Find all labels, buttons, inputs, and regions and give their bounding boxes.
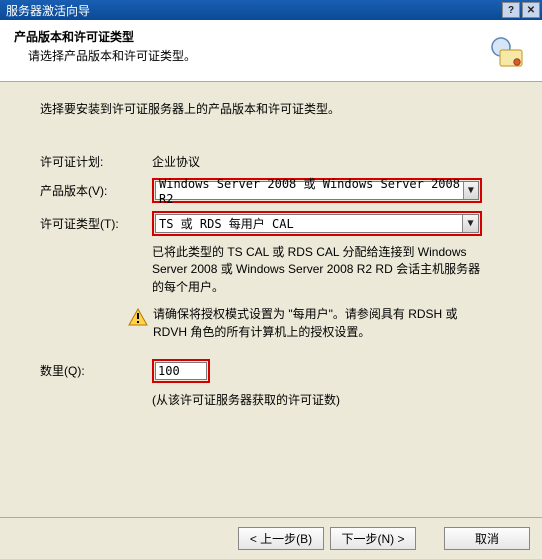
quantity-highlight — [152, 359, 210, 383]
warning-icon — [128, 308, 148, 326]
titlebar: 服务器激活向导 ? ✕ — [0, 0, 542, 20]
close-button[interactable]: ✕ — [522, 2, 540, 18]
wizard-footer: < 上一步(B) 下一步(N) > 取消 — [0, 517, 542, 559]
version-dropdown[interactable]: Windows Server 2008 或 Windows Server 200… — [155, 181, 479, 200]
cancel-button[interactable]: 取消 — [444, 527, 530, 550]
version-highlight: Windows Server 2008 或 Windows Server 200… — [152, 178, 482, 203]
type-highlight: TS 或 RDS 每用户 CAL ▼ — [152, 211, 482, 236]
type-label: 许可证类型(T): — [40, 215, 152, 232]
warning-row: 请确保将授权模式设置为 "每用户"。请参阅具有 RDSH 或 RDVH 角色的所… — [128, 306, 488, 341]
quantity-row: 数里(Q): — [40, 359, 510, 383]
type-description: 已将此类型的 TS CAL 或 RDS CAL 分配给连接到 Windows S… — [152, 244, 482, 296]
certificate-icon — [490, 36, 524, 70]
header-title: 产品版本和许可证类型 — [14, 28, 528, 45]
type-dropdown-value: TS 或 RDS 每用户 CAL — [159, 215, 294, 232]
warning-text: 请确保将授权模式设置为 "每用户"。请参阅具有 RDSH 或 RDVH 角色的所… — [153, 306, 488, 341]
wizard-header: 产品版本和许可证类型 请选择产品版本和许可证类型。 — [0, 20, 542, 82]
help-button[interactable]: ? — [502, 2, 520, 18]
back-button[interactable]: < 上一步(B) — [238, 527, 324, 550]
version-row: 产品版本(V): Windows Server 2008 或 Windows S… — [40, 178, 510, 203]
next-button[interactable]: 下一步(N) > — [330, 527, 416, 550]
plan-value: 企业协议 — [152, 153, 200, 170]
type-row: 许可证类型(T): TS 或 RDS 每用户 CAL ▼ — [40, 211, 510, 236]
plan-label: 许可证计划: — [40, 153, 152, 170]
titlebar-buttons: ? ✕ — [502, 2, 540, 18]
header-subtitle: 请选择产品版本和许可证类型。 — [28, 47, 528, 64]
quantity-note: (从该许可证服务器获取的许可证数) — [152, 391, 510, 408]
chevron-down-icon: ▼ — [463, 182, 478, 199]
version-label: 产品版本(V): — [40, 182, 152, 199]
quantity-label: 数里(Q): — [40, 362, 152, 379]
wizard-content: 选择要安装到许可证服务器上的产品版本和许可证类型。 许可证计划: 企业协议 产品… — [0, 82, 542, 517]
version-dropdown-value: Windows Server 2008 或 Windows Server 200… — [159, 175, 463, 206]
plan-row: 许可证计划: 企业协议 — [40, 153, 510, 170]
intro-text: 选择要安装到许可证服务器上的产品版本和许可证类型。 — [40, 100, 510, 117]
window-title: 服务器激活向导 — [6, 2, 90, 19]
type-dropdown[interactable]: TS 或 RDS 每用户 CAL ▼ — [155, 214, 479, 233]
quantity-input[interactable] — [155, 362, 207, 380]
chevron-down-icon: ▼ — [462, 215, 478, 232]
